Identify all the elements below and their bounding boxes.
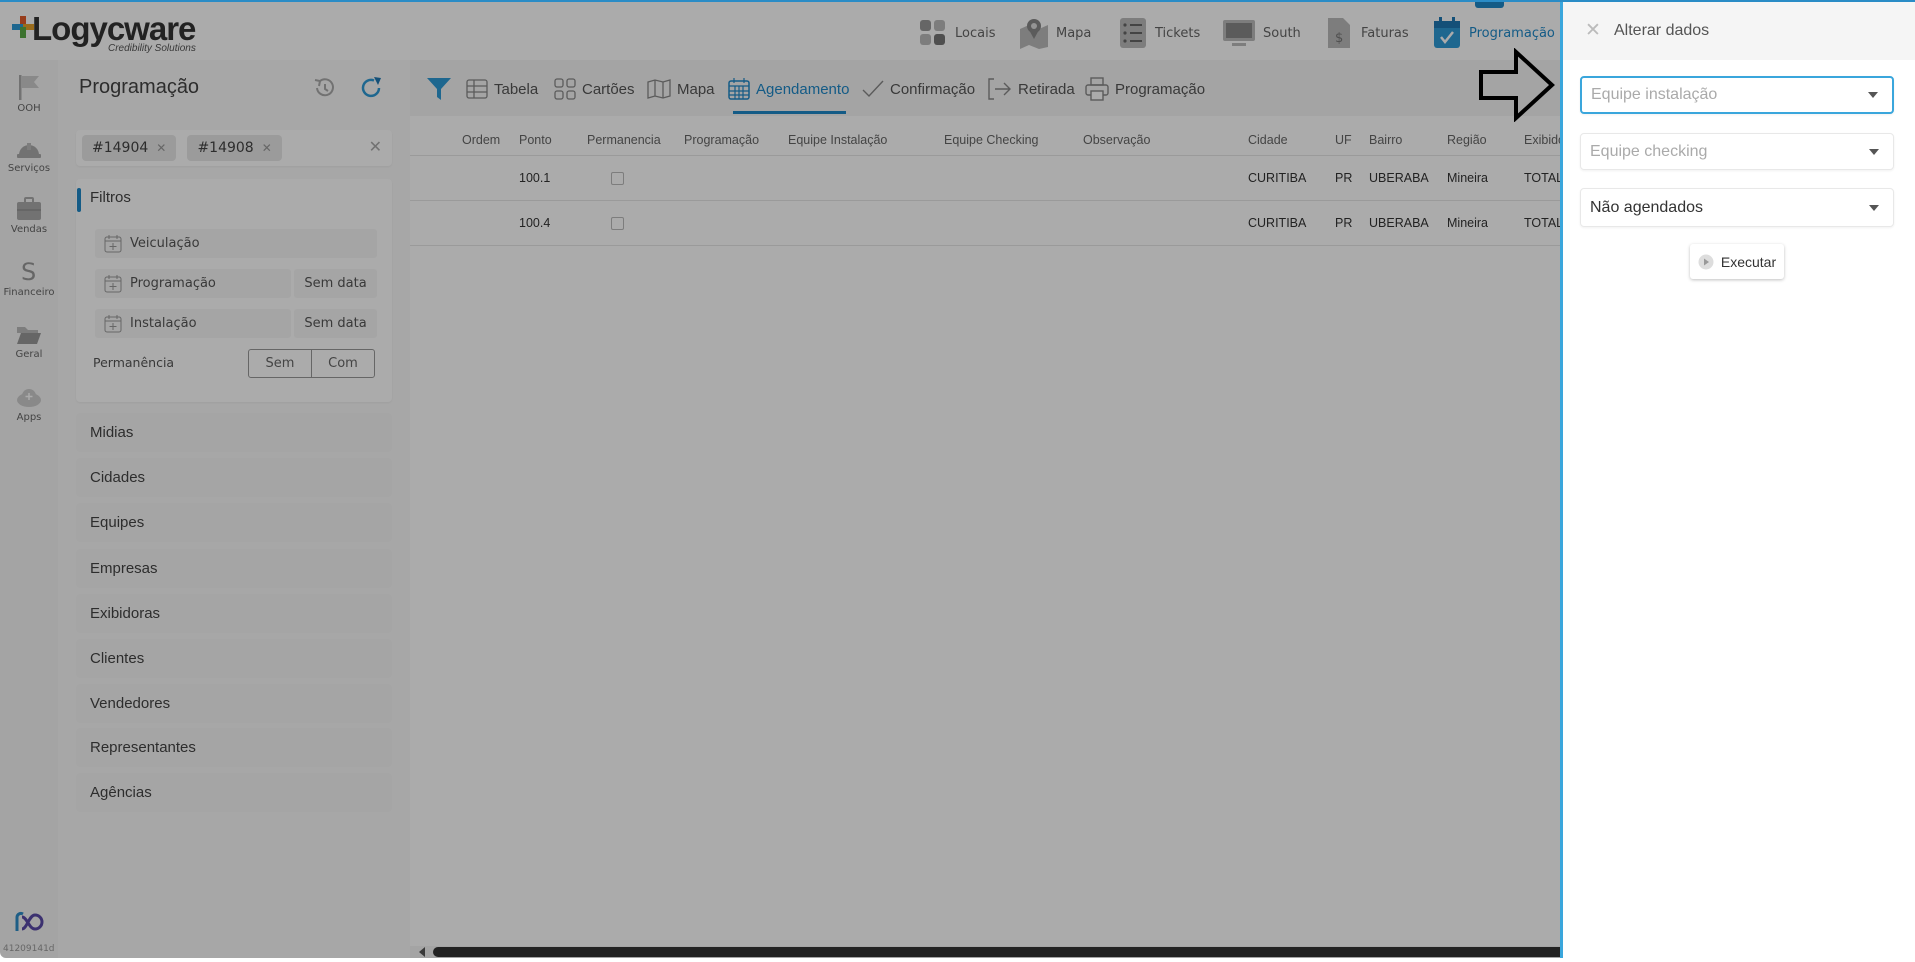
arrow-right-icon xyxy=(1479,48,1555,122)
panel-header: ✕ Alterar dados xyxy=(1563,2,1915,60)
select-placeholder: Equipe checking xyxy=(1590,142,1708,160)
chevron-down-icon xyxy=(1869,204,1879,211)
play-icon xyxy=(1698,254,1714,269)
equipe-checking-select[interactable]: Equipe checking xyxy=(1580,133,1894,170)
executar-label: Executar xyxy=(1720,253,1777,270)
chevron-down-icon xyxy=(1868,92,1878,98)
panel-title: Alterar dados xyxy=(1614,22,1710,39)
close-icon[interactable]: ✕ xyxy=(1585,19,1601,41)
executar-button[interactable]: Executar xyxy=(1690,244,1784,279)
select-placeholder: Equipe instalação xyxy=(1591,86,1718,103)
agendamento-status-select[interactable]: Não agendados xyxy=(1580,188,1894,227)
chevron-down-icon xyxy=(1869,148,1879,155)
app-window: Logycware Credibility Solutions Locais M… xyxy=(0,0,1915,958)
modal-overlay[interactable] xyxy=(0,2,1563,958)
alterar-dados-panel: ✕ Alterar dados Equipe instalação Equipe… xyxy=(1560,2,1915,958)
equipe-instalacao-select[interactable]: Equipe instalação xyxy=(1580,76,1894,114)
select-value: Não agendados xyxy=(1590,198,1703,216)
